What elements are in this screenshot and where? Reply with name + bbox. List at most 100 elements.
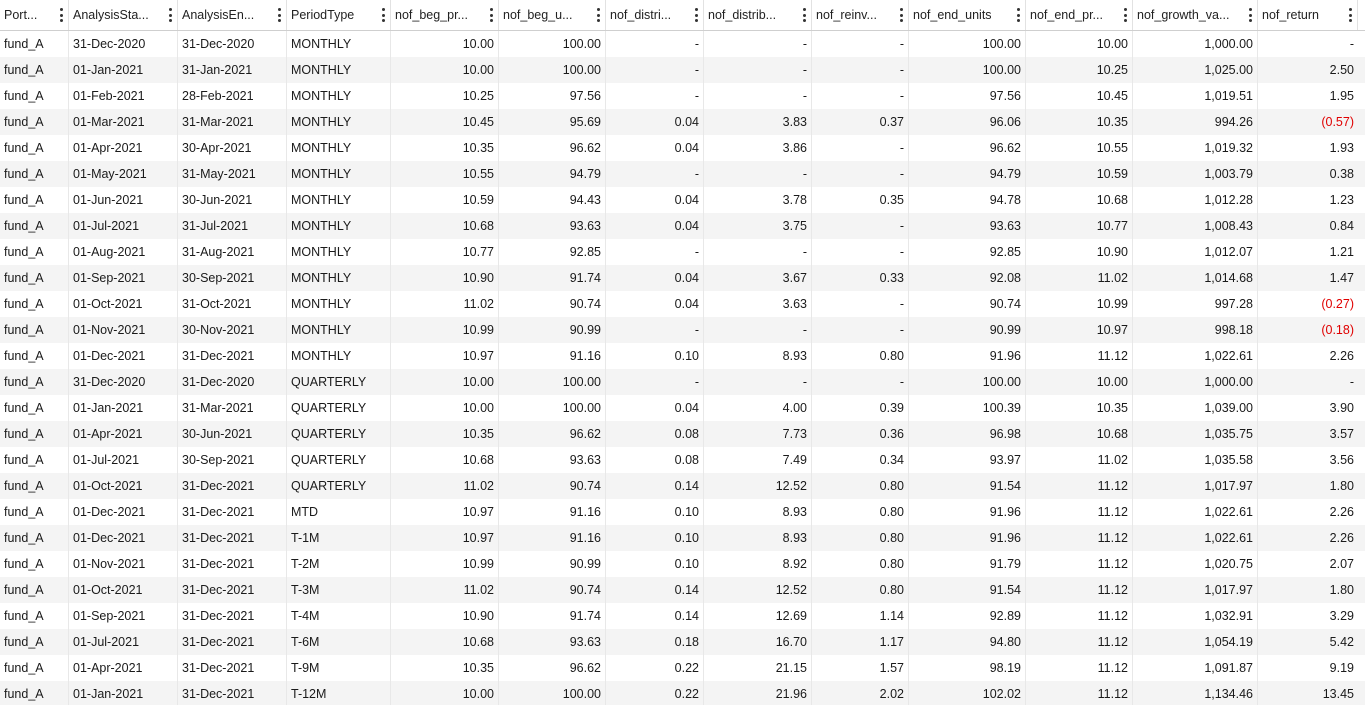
column-menu-icon[interactable]: [1016, 8, 1020, 22]
table-row[interactable]: fund_A 01-Jan-2021 31-Jan-2021 MONTHLY 10.00…: [0, 57, 1365, 83]
column-menu-icon[interactable]: [1348, 8, 1352, 22]
table-row[interactable]: fund_A 01-Dec-2021 31-Dec-2021 MTD 10.97 91.1…: [0, 499, 1365, 525]
column-menu-icon[interactable]: [596, 8, 600, 22]
cell-period: MONTHLY: [287, 265, 391, 291]
table-row[interactable]: fund_A 01-Dec-2021 31-Dec-2021 T-1M 10.97 91.…: [0, 525, 1365, 551]
cell-distrib: 21.15: [704, 655, 812, 681]
cell-end_price: 11.12: [1026, 603, 1133, 629]
cell-end: 31-Dec-2021: [178, 551, 287, 577]
column-header-end_units[interactable]: nof_end_units: [909, 0, 1026, 30]
column-menu-icon[interactable]: [694, 8, 698, 22]
column-menu-icon[interactable]: [489, 8, 493, 22]
column-header-distri[interactable]: nof_distri...: [606, 0, 704, 30]
cell-reinv: 0.80: [812, 525, 909, 551]
cell-end: 30-Sep-2021: [178, 447, 287, 473]
table-row[interactable]: fund_A 01-Sep-2021 31-Dec-2021 T-4M 10.90 91.…: [0, 603, 1365, 629]
column-menu-icon[interactable]: [277, 8, 281, 22]
cell-growth: 998.18: [1133, 317, 1258, 343]
cell-beg_price: 10.59: [391, 187, 499, 213]
column-menu-icon[interactable]: [168, 8, 172, 22]
table-row[interactable]: fund_A 01-Nov-2021 30-Nov-2021 MONTHLY 10.99…: [0, 317, 1365, 343]
cell-ret: 3.29: [1329, 609, 1354, 623]
column-header-end[interactable]: AnalysisEn...: [178, 0, 287, 30]
table-row[interactable]: fund_A 01-Apr-2021 31-Dec-2021 T-9M 10.35 96.…: [0, 655, 1365, 681]
column-header-label: nof_growth_va...: [1137, 8, 1230, 22]
cell-beg_price: 10.55: [391, 161, 499, 187]
cell-end_units: 91.79: [909, 551, 1026, 577]
table-row[interactable]: fund_A 01-Jan-2021 31-Dec-2021 T-12M 10.00 10…: [0, 681, 1365, 705]
cell-end_price: 10.77: [1026, 213, 1133, 239]
cell-growth: 1,091.87: [1133, 655, 1258, 681]
table-row[interactable]: fund_A 01-Jan-2021 31-Mar-2021 QUARTERLY 10.…: [0, 395, 1365, 421]
table-row[interactable]: fund_A 01-Oct-2021 31-Dec-2021 T-3M 11.02 90.…: [0, 577, 1365, 603]
cell-distri: 0.10: [606, 343, 704, 369]
column-header-growth[interactable]: nof_growth_va...: [1133, 0, 1258, 30]
cell-ret: (0.18): [1321, 323, 1354, 337]
table-row[interactable]: fund_A 01-Apr-2021 30-Apr-2021 MONTHLY 10.35…: [0, 135, 1365, 161]
table-row[interactable]: fund_A 01-Feb-2021 28-Feb-2021 MONTHLY 10.25…: [0, 83, 1365, 109]
cell-beg_price: 10.35: [391, 421, 499, 447]
table-row[interactable]: fund_A 01-Jul-2021 31-Jul-2021 MONTHLY 10.68…: [0, 213, 1365, 239]
column-header-beg_price[interactable]: nof_beg_pr...: [391, 0, 499, 30]
table-row[interactable]: fund_A 01-Oct-2021 31-Dec-2021 QUARTERLY 11.…: [0, 473, 1365, 499]
cell-period: QUARTERLY: [287, 421, 391, 447]
cell-portfolio: fund_A: [0, 213, 69, 239]
table-row[interactable]: fund_A 01-Oct-2021 31-Oct-2021 MONTHLY 11.02…: [0, 291, 1365, 317]
cell-distri: 0.14: [606, 473, 704, 499]
cell-distri: 0.14: [606, 577, 704, 603]
column-menu-icon[interactable]: [59, 8, 63, 22]
cell-end: 31-Dec-2021: [178, 499, 287, 525]
column-header-reinv[interactable]: nof_reinv...: [812, 0, 909, 30]
table-row[interactable]: fund_A 31-Dec-2020 31-Dec-2020 MONTHLY 10.00…: [0, 31, 1365, 57]
table-row[interactable]: fund_A 01-Dec-2021 31-Dec-2021 MONTHLY 10.97…: [0, 343, 1365, 369]
table-row[interactable]: fund_A 01-Jul-2021 31-Dec-2021 T-6M 10.68 93.…: [0, 629, 1365, 655]
cell-growth: 1,022.61: [1133, 343, 1258, 369]
table-row[interactable]: fund_A 01-Nov-2021 31-Dec-2021 T-2M 10.99 90.…: [0, 551, 1365, 577]
grid-body: fund_A 31-Dec-2020 31-Dec-2020 MONTHLY 10.00…: [0, 31, 1365, 705]
table-row[interactable]: fund_A 01-Jul-2021 30-Sep-2021 QUARTERLY 10.…: [0, 447, 1365, 473]
cell-period: QUARTERLY: [287, 369, 391, 395]
cell-start: 01-Mar-2021: [69, 109, 178, 135]
column-header-start[interactable]: AnalysisSta...: [69, 0, 178, 30]
column-header-beg_units[interactable]: nof_beg_u...: [499, 0, 606, 30]
column-header-ret[interactable]: nof_return: [1258, 0, 1358, 30]
column-header-portfolio[interactable]: Port...: [0, 0, 69, 30]
cell-growth: 1,032.91: [1133, 603, 1258, 629]
cell-beg_price: 10.00: [391, 681, 499, 705]
cell-beg_units: 90.74: [499, 291, 606, 317]
cell-distrib: 12.69: [704, 603, 812, 629]
cell-distrib: 3.83: [704, 109, 812, 135]
table-row[interactable]: fund_A 01-Apr-2021 30-Jun-2021 QUARTERLY 10.…: [0, 421, 1365, 447]
table-row[interactable]: fund_A 01-Jun-2021 30-Jun-2021 MONTHLY 10.59…: [0, 187, 1365, 213]
column-menu-icon[interactable]: [381, 8, 385, 22]
column-menu-icon[interactable]: [802, 8, 806, 22]
cell-ret: 1.23: [1329, 193, 1354, 207]
column-header-period[interactable]: PeriodType: [287, 0, 391, 30]
cell-reinv: 0.33: [812, 265, 909, 291]
cell-growth: 1,020.75: [1133, 551, 1258, 577]
cell-ret: 1.80: [1329, 583, 1354, 597]
table-row[interactable]: fund_A 01-Sep-2021 30-Sep-2021 MONTHLY 10.90…: [0, 265, 1365, 291]
column-menu-icon[interactable]: [899, 8, 903, 22]
column-header-end_price[interactable]: nof_end_pr...: [1026, 0, 1133, 30]
cell-beg_price: 10.99: [391, 317, 499, 343]
cell-ret: (0.57): [1321, 115, 1354, 129]
table-row[interactable]: fund_A 01-Mar-2021 31-Mar-2021 MONTHLY 10.45…: [0, 109, 1365, 135]
column-menu-icon[interactable]: [1123, 8, 1127, 22]
cell-end_price: 10.00: [1026, 369, 1133, 395]
cell-reinv: -: [812, 161, 909, 187]
column-header-label: nof_distrib...: [708, 8, 777, 22]
table-row[interactable]: fund_A 01-May-2021 31-May-2021 MONTHLY 10.55…: [0, 161, 1365, 187]
table-row[interactable]: fund_A 31-Dec-2020 31-Dec-2020 QUARTERLY 10.…: [0, 369, 1365, 395]
cell-beg_units: 100.00: [499, 57, 606, 83]
column-menu-icon[interactable]: [1248, 8, 1252, 22]
cell-ret: -: [1349, 375, 1354, 389]
table-row[interactable]: fund_A 01-Aug-2021 31-Aug-2021 MONTHLY 10.77…: [0, 239, 1365, 265]
cell-distri: 0.04: [606, 265, 704, 291]
cell-reinv: -: [812, 317, 909, 343]
cell-end_units: 102.02: [909, 681, 1026, 705]
cell-distri: -: [606, 369, 704, 395]
cell-portfolio: fund_A: [0, 395, 69, 421]
column-header-distrib[interactable]: nof_distrib...: [704, 0, 812, 30]
cell-beg_price: 11.02: [391, 577, 499, 603]
